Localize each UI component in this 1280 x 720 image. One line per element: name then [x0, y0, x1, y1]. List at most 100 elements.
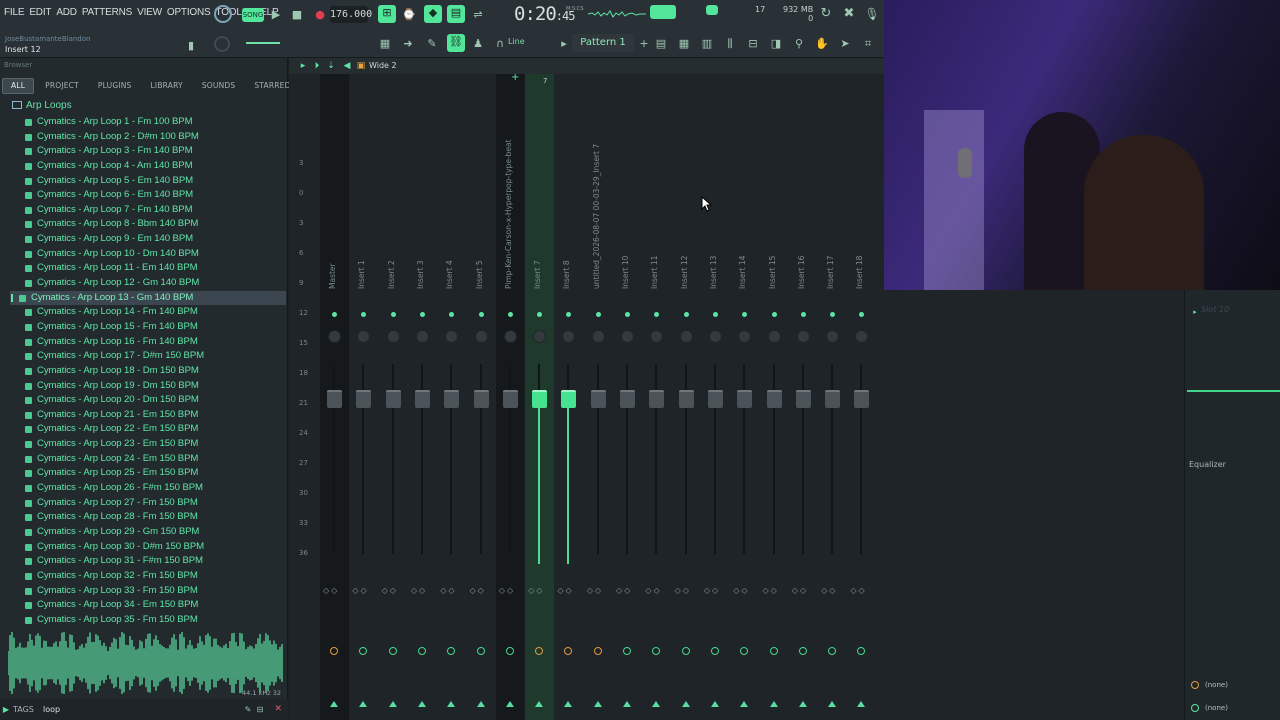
pattern-selector[interactable]: Pattern 1 — [572, 34, 634, 52]
strip-enable-led[interactable] — [332, 312, 337, 317]
tempo-display[interactable]: 176.000 — [330, 6, 372, 23]
strip-route-triangle[interactable] — [476, 701, 485, 707]
browser-file-item[interactable]: Cymatics - Arp Loop 28 - Fm 150 BPM — [22, 510, 286, 525]
strip-pan-knob[interactable] — [533, 330, 547, 343]
mixer-strip[interactable]: Insert 4 ◇◇ — [437, 74, 466, 720]
strip-send-ring[interactable] — [476, 647, 485, 655]
input-none[interactable]: (none) — [1205, 681, 1228, 689]
browser-file-item[interactable]: Cymatics - Arp Loop 22 - Em 150 BPM — [22, 422, 286, 437]
snap-selector[interactable]: Line — [508, 37, 525, 46]
strip-enable-led[interactable] — [771, 312, 777, 317]
mixer-strip[interactable]: Master ◇◇ — [320, 74, 349, 720]
tab-all[interactable]: ALL — [2, 78, 35, 94]
strip-send-ring[interactable] — [652, 647, 661, 655]
strip-route-triangle[interactable] — [417, 701, 426, 707]
strip-enable-led[interactable] — [859, 312, 865, 317]
master-volume-knob[interactable] — [214, 5, 232, 23]
mixer-strip[interactable]: untitled_2026-08-07 00-03-29_Insert 7 ◇◇ — [584, 74, 613, 720]
browser-file-item[interactable]: Cymatics - Arp Loop 16 - Fm 140 BPM — [22, 335, 286, 350]
tab-project[interactable]: PROJECT — [37, 78, 87, 94]
browser-file-item[interactable]: Cymatics - Arp Loop 21 - Em 150 BPM — [22, 408, 286, 423]
link-icon[interactable]: ⛓ — [447, 34, 465, 52]
strip-route-triangle[interactable] — [681, 701, 690, 707]
strip-route-arrows[interactable]: ◇◇ — [382, 586, 398, 595]
strip-fader[interactable] — [327, 390, 342, 408]
wait-record-icon[interactable]: ◆ — [424, 5, 442, 23]
menu-edit[interactable]: EDIT — [29, 7, 51, 18]
strip-enable-led[interactable] — [507, 312, 513, 317]
browser-file-item[interactable]: Cymatics - Arp Loop 12 - Gm 140 BPM — [22, 276, 286, 291]
strip-route-arrows[interactable]: ◇◇ — [528, 586, 544, 595]
strip-pan-knob[interactable] — [503, 330, 517, 343]
strip-enable-led[interactable] — [449, 312, 455, 317]
strip-send-ring[interactable] — [623, 647, 631, 655]
mixer-preset-icon[interactable]: ▣ — [353, 58, 369, 74]
browser-file-item[interactable]: Cymatics - Arp Loop 27 - Fm 150 BPM — [22, 496, 286, 511]
strip-send-ring[interactable] — [710, 647, 719, 655]
output-none[interactable]: (none) — [1205, 704, 1228, 712]
strip-send-ring[interactable] — [828, 647, 837, 655]
strip-enable-led[interactable] — [712, 312, 718, 317]
strip-route-arrows[interactable]: ◇◇ — [792, 586, 808, 595]
strip-fader[interactable] — [444, 390, 460, 408]
strip-route-triangle[interactable] — [505, 701, 514, 707]
menu-patterns[interactable]: PATTERNS — [82, 7, 132, 18]
strip-send-ring[interactable] — [535, 647, 544, 655]
strip-route-arrows[interactable]: ◇◇ — [704, 586, 720, 595]
browser-file-item[interactable]: Cymatics - Arp Loop 31 - F#m 150 BPM — [22, 554, 286, 569]
mixer-strip[interactable]: Insert 11 ◇◇ — [642, 74, 671, 720]
strip-route-arrows[interactable]: ◇◇ — [763, 586, 779, 595]
more-tools-icon[interactable]: ⌗ — [860, 36, 876, 52]
strip-send-ring[interactable] — [359, 647, 368, 655]
browser-file-item[interactable]: Cymatics - Arp Loop 4 - Am 140 BPM — [22, 159, 286, 174]
strip-pan-knob[interactable] — [650, 330, 664, 343]
strip-fader[interactable] — [854, 390, 870, 408]
strip-route-triangle[interactable] — [798, 701, 807, 707]
piano-roll-icon[interactable]: ▦ — [377, 36, 393, 52]
browser-file-item[interactable]: Cymatics - Arp Loop 2 - D#m 100 BPM — [22, 130, 286, 145]
browser-file-item[interactable]: Cymatics - Arp Loop 13 - Gm 140 BPM — [10, 290, 286, 306]
pattern-mode-icon[interactable]: ⊞ — [378, 5, 396, 23]
strip-route-arrows[interactable]: ◇◇ — [645, 586, 661, 595]
countdown-icon[interactable]: ▤ — [447, 5, 465, 23]
strip-send-ring[interactable] — [769, 647, 778, 655]
menu-file[interactable]: FILE — [4, 7, 25, 18]
strip-enable-led[interactable] — [595, 312, 601, 317]
strip-fader[interactable] — [678, 390, 694, 408]
strip-pan-knob[interactable] — [328, 330, 341, 343]
strip-fader[interactable] — [825, 390, 841, 408]
browser-file-item[interactable]: Cymatics - Arp Loop 18 - Dm 150 BPM — [22, 364, 286, 379]
browser-file-item[interactable]: Cymatics - Arp Loop 20 - Dm 150 BPM — [22, 393, 286, 408]
cpu-icon[interactable]: ✖ — [841, 6, 857, 22]
browser-file-item[interactable]: Cymatics - Arp Loop 11 - Em 140 BPM — [22, 261, 286, 276]
strip-route-triangle[interactable] — [710, 701, 719, 707]
strip-route-arrows[interactable]: ◇◇ — [675, 586, 691, 595]
browser-file-item[interactable]: Cymatics - Arp Loop 3 - Fm 140 BPM — [22, 144, 286, 159]
strip-pan-knob[interactable] — [855, 330, 869, 343]
plugin-icon[interactable]: ⚲ — [791, 36, 807, 52]
strip-enable-led[interactable] — [361, 312, 367, 317]
strip-pan-knob[interactable] — [386, 330, 400, 343]
loop-record-icon[interactable]: ⇌ — [470, 7, 486, 23]
strip-route-arrows[interactable]: ◇◇ — [323, 586, 339, 595]
browser-file-item[interactable]: Cymatics - Arp Loop 8 - Bbm 140 BPM — [22, 217, 286, 232]
send-knob-icon[interactable] — [1191, 681, 1199, 689]
strip-route-arrows[interactable]: ◇◇ — [616, 586, 632, 595]
mixer-strip[interactable]: Insert 3 ◇◇ — [408, 74, 437, 720]
tab-sounds[interactable]: SOUNDS — [194, 78, 244, 94]
strip-pan-knob[interactable] — [445, 330, 459, 343]
strip-fader[interactable] — [737, 390, 753, 408]
strip-enable-led[interactable] — [683, 312, 689, 317]
browser-file-item[interactable]: Cymatics - Arp Loop 1 - Fm 100 BPM — [22, 115, 286, 130]
tuner-icon[interactable]: ➤ — [837, 36, 853, 52]
project-picker-icon[interactable]: ◨ — [768, 36, 784, 52]
strip-fader[interactable] — [414, 390, 430, 408]
strip-enable-led[interactable] — [742, 312, 748, 317]
strip-route-triangle[interactable] — [447, 701, 456, 707]
strip-route-triangle[interactable] — [623, 701, 631, 707]
metronome-icon[interactable]: ⌚ — [401, 7, 417, 23]
mixer-strip[interactable]: Insert 7 ◇◇ — [525, 74, 555, 720]
browser-file-item[interactable]: Cymatics - Arp Loop 26 - F#m 150 BPM — [22, 481, 286, 496]
strip-fader[interactable] — [590, 390, 606, 408]
mixer-strip[interactable]: Insert 17 ◇◇ — [818, 74, 847, 720]
